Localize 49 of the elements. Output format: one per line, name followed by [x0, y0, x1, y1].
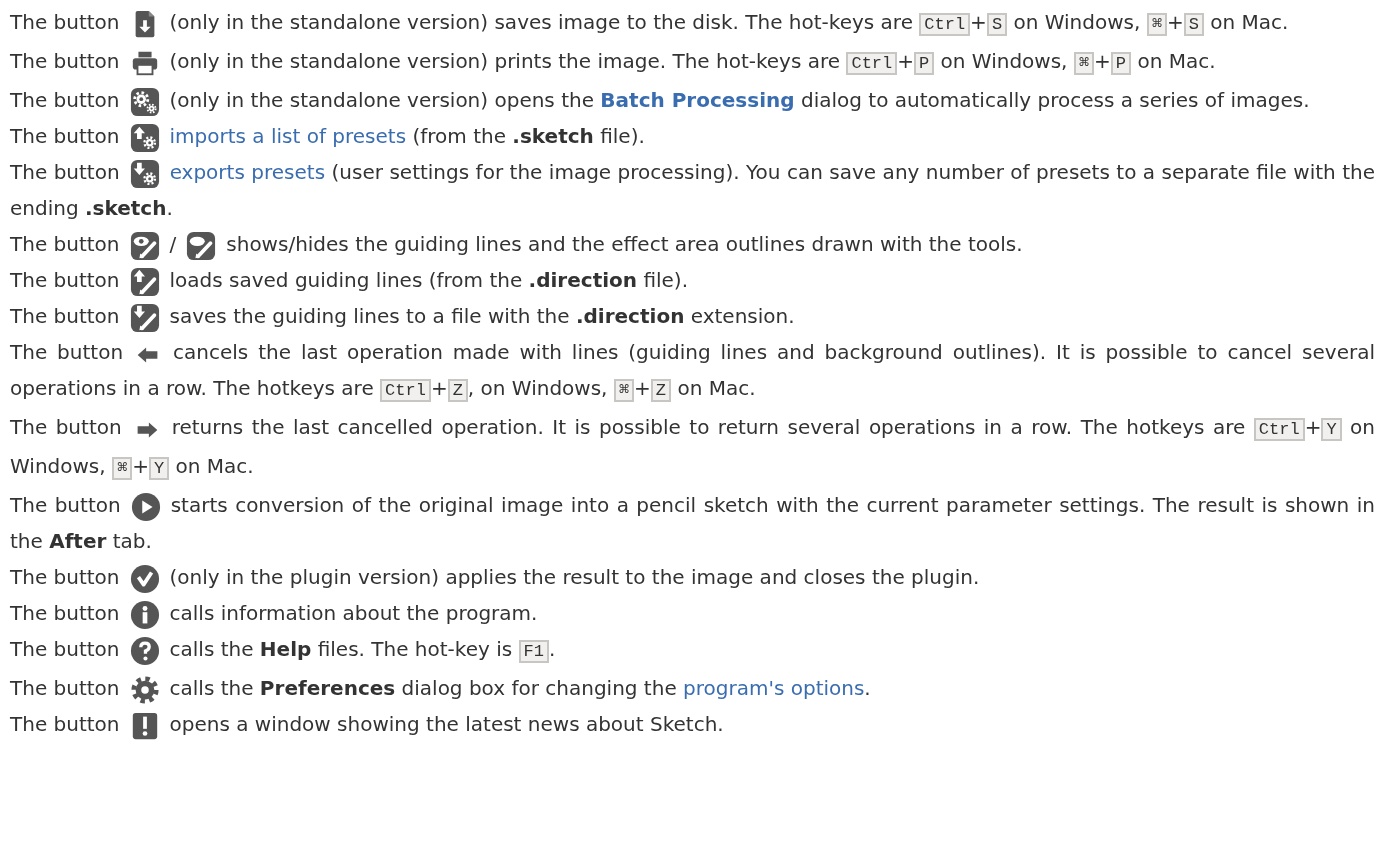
help-paragraph: The button loads saved guiding lines (from the .direction file).: [10, 262, 1375, 298]
help-link[interactable]: exports presets: [169, 160, 326, 184]
help-paragraph: The button / shows/hides the guiding lines and the effect area outlines drawn with the tools.: [10, 226, 1375, 262]
help-icon: [129, 635, 160, 666]
oval-pencil-icon: [186, 230, 217, 261]
key-label: P: [914, 52, 935, 75]
key-label: ⌘: [1146, 13, 1167, 36]
key-label: S: [986, 13, 1008, 36]
key-label: Ctrl: [846, 52, 898, 75]
help-paragraph: The button saves the guiding lines to a file with the .direction extension.: [10, 298, 1375, 334]
key-label: ⌘: [613, 379, 635, 402]
help-link[interactable]: Batch Processing: [600, 88, 795, 112]
key-label: Z: [447, 379, 468, 402]
checkmark-icon: [129, 563, 160, 594]
help-paragraph: The button (only in the standalone version) saves image to the disk. The hot-keys are Ctrl + S on Windows, ⌘ + S on Mac.: [10, 4, 1375, 43]
play-icon: [130, 491, 161, 522]
help-paragraph: The button (only in the standalone version) opens the Batch Processing dialog to automatically process a series of images.: [10, 82, 1375, 118]
gears-icon: [129, 86, 160, 117]
upload-gear-icon: [129, 122, 160, 153]
help-paragraph: The button (only in the plugin version) applies the result to the image and closes the plugin.: [10, 559, 1375, 595]
settings-icon: [129, 674, 160, 705]
help-paragraph: The button calls information about the program.: [10, 595, 1375, 631]
help-paragraph: The button calls the Help files. The hot-key is F1 .: [10, 631, 1375, 670]
help-paragraph: The button opens a window showing the latest news about Sketch.: [10, 706, 1375, 742]
key-label: F1: [518, 640, 549, 663]
help-link[interactable]: imports a list of presets: [169, 124, 407, 148]
help-paragraph: The button exports presets (user settings for the image processing). You can save any number of presets to a separate file with the ending .sketch.: [10, 157, 1375, 222]
download-gear-icon: [129, 158, 160, 189]
help-paragraph: The button cancels the last operation made with lines (guiding lines and background outlines). It is possible to cancel several operations in a row. The hotkeys are Ctrl + Z , on Windows, ⌘ + Z on Mac.: [10, 337, 1375, 404]
upload-pencil-icon: [129, 266, 160, 297]
key-label: Y: [1321, 418, 1342, 441]
help-paragraph: The button imports a list of presets (from the .sketch file).: [10, 118, 1375, 154]
eye-pencil-icon: [129, 230, 160, 261]
key-label: Z: [650, 379, 672, 402]
key-label: Ctrl: [919, 13, 971, 36]
info-icon: [129, 599, 160, 630]
help-paragraph: The button (only in the standalone version) prints the image. The hot-keys are Ctrl + P on Windows, ⌘ + P on Mac.: [10, 43, 1375, 82]
key-label: Ctrl: [380, 379, 431, 402]
key-label: ⌘: [112, 457, 133, 480]
key-label: S: [1183, 13, 1204, 36]
download-pencil-icon: [129, 302, 160, 333]
help-paragraph: The button calls the Preferences dialog box for changing the program's options.: [10, 670, 1375, 706]
help-paragraph: The button returns the last cancelled operation. It is possible to return several operations in a row. The hotkeys are Ctrl + Y on Windows, ⌘ + Y on Mac.: [10, 412, 1375, 482]
help-link[interactable]: program's options: [683, 676, 865, 700]
key-label: P: [1110, 52, 1132, 75]
key-label: Y: [149, 457, 170, 480]
help-paragraph: The button starts conversion of the original image into a pencil sketch with the current parameter settings. The result is shown in the After tab.: [10, 490, 1375, 555]
key-label: ⌘: [1073, 52, 1095, 75]
key-label: Ctrl: [1253, 418, 1305, 441]
